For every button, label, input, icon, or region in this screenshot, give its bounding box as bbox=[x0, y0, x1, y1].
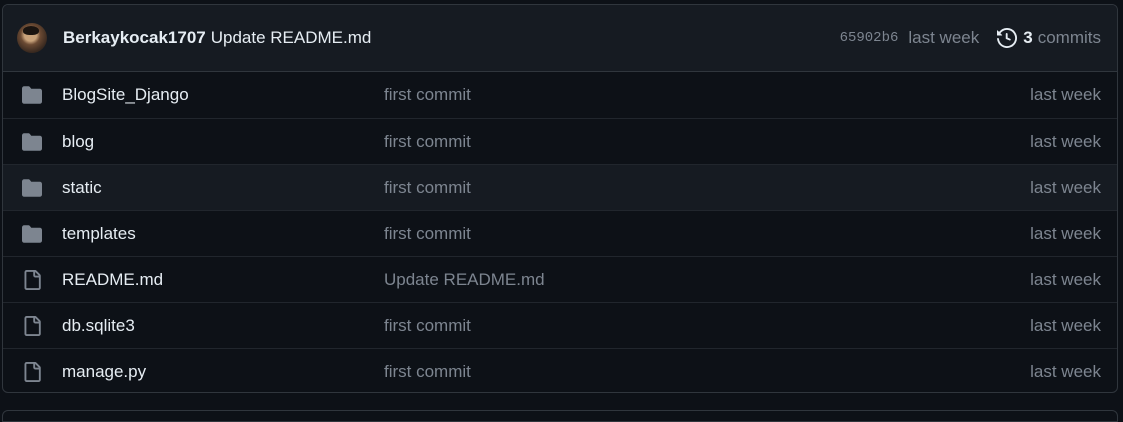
file-list: Berkaykocak1707 Update README.md 65902b6… bbox=[2, 4, 1118, 393]
file-row[interactable]: static first commit last week bbox=[3, 164, 1117, 210]
file-name-link[interactable]: manage.py bbox=[62, 362, 384, 382]
history-icon bbox=[997, 28, 1018, 48]
folder-icon bbox=[21, 178, 43, 198]
file-icon bbox=[21, 361, 43, 382]
commit-author[interactable]: Berkaykocak1707 bbox=[63, 28, 206, 48]
commit-time: last week bbox=[1030, 131, 1101, 151]
readme-panel-edge bbox=[2, 410, 1118, 422]
file-row[interactable]: manage.py first commit last week bbox=[3, 348, 1117, 392]
commits-label: commits bbox=[1037, 28, 1101, 47]
folder-icon bbox=[21, 85, 43, 105]
commit-message-link[interactable]: first commit bbox=[384, 178, 1030, 198]
file-name-link[interactable]: BlogSite_Django bbox=[62, 85, 384, 105]
commit-time: last week bbox=[908, 28, 980, 47]
folder-icon bbox=[21, 132, 43, 152]
commit-time: last week bbox=[1030, 85, 1101, 104]
folder-icon bbox=[21, 224, 43, 244]
file-name-link[interactable]: db.sqlite3 bbox=[62, 316, 384, 336]
avatar[interactable] bbox=[17, 23, 47, 53]
commit-time: last week bbox=[1030, 177, 1101, 197]
commit-message-link[interactable]: first commit bbox=[384, 132, 1030, 152]
file-name-link[interactable]: blog bbox=[62, 132, 384, 152]
file-row[interactable]: db.sqlite3 first commit last week bbox=[3, 302, 1117, 348]
commit-message-link[interactable]: first commit bbox=[384, 316, 1030, 336]
file-icon bbox=[21, 315, 43, 336]
file-name-link[interactable]: README.md bbox=[62, 270, 384, 290]
file-name-link[interactable]: templates bbox=[62, 224, 384, 244]
commit-time: last week bbox=[1030, 315, 1101, 335]
commit-message[interactable]: Update README.md bbox=[211, 28, 372, 48]
commit-message-link[interactable]: first commit bbox=[384, 85, 1030, 105]
file-row[interactable]: blog first commit last week bbox=[3, 118, 1117, 164]
commits-count: 3 bbox=[1023, 28, 1033, 47]
commit-time: last week bbox=[1030, 269, 1101, 289]
file-rows: BlogSite_Django first commit last week blog… bbox=[3, 72, 1117, 392]
commit-time: last week bbox=[1030, 223, 1101, 243]
file-row[interactable]: BlogSite_Django first commit last week bbox=[3, 72, 1117, 118]
latest-commit-header: Berkaykocak1707 Update README.md 65902b6… bbox=[3, 5, 1117, 72]
file-row[interactable]: README.md Update README.md last week bbox=[3, 256, 1117, 302]
commit-message-link[interactable]: Update README.md bbox=[384, 270, 1030, 290]
commit-message-link[interactable]: first commit bbox=[384, 362, 1030, 382]
file-icon bbox=[21, 269, 43, 290]
commit-time: last week bbox=[1030, 361, 1101, 381]
commit-message-link[interactable]: first commit bbox=[384, 224, 1030, 244]
file-row[interactable]: templates first commit last week bbox=[3, 210, 1117, 256]
commits-history-link[interactable]: 3 commits bbox=[997, 28, 1101, 48]
commit-sha[interactable]: 65902b6 bbox=[840, 30, 899, 46]
file-name-link[interactable]: static bbox=[62, 178, 384, 198]
